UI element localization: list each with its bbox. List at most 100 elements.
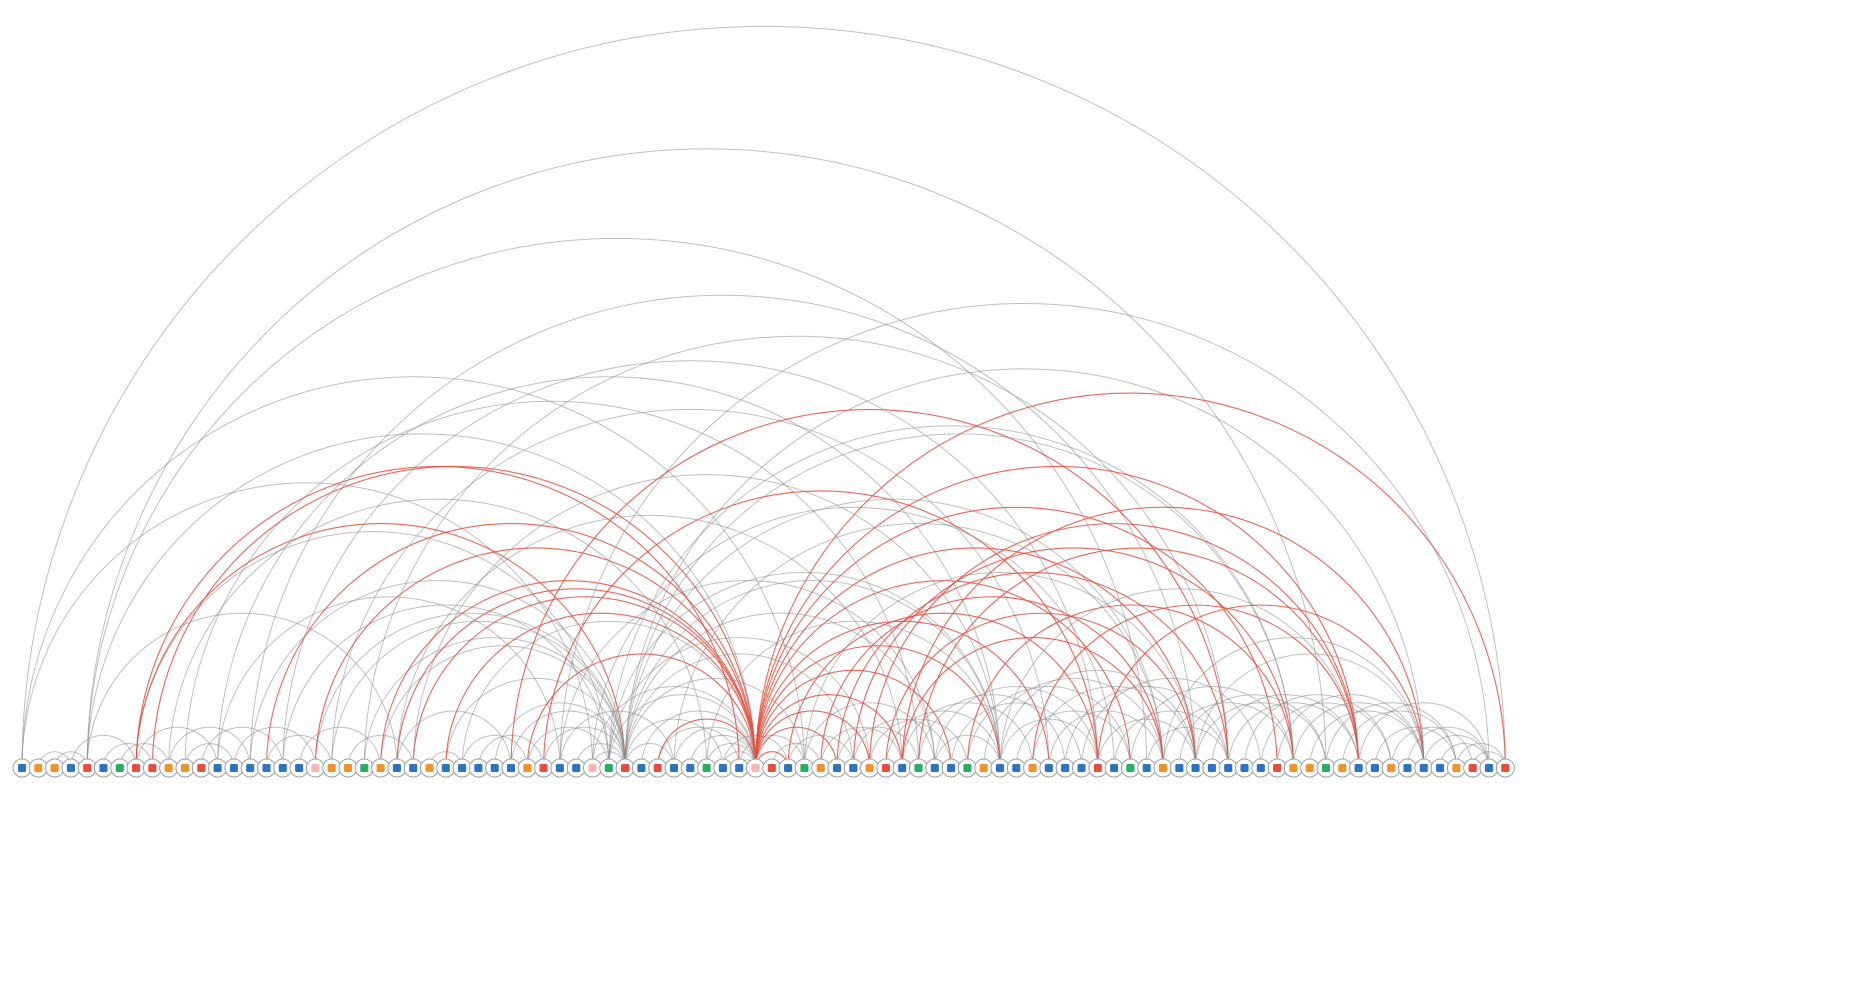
arc[interactable] [381,581,756,768]
node[interactable] [486,759,504,777]
node[interactable] [567,759,585,777]
node[interactable] [1073,759,1091,777]
node[interactable] [1105,759,1123,777]
node[interactable] [926,759,944,777]
node[interactable] [1382,759,1400,777]
node[interactable] [95,759,113,777]
node[interactable] [290,759,308,777]
node[interactable] [665,759,683,777]
node[interactable] [78,759,96,777]
node[interactable] [453,759,471,777]
node[interactable] [747,759,765,777]
node[interactable] [1203,759,1221,777]
node[interactable] [323,759,341,777]
node[interactable] [1187,759,1205,777]
node[interactable] [649,759,667,777]
node[interactable] [763,759,781,777]
node[interactable] [209,759,227,777]
arc[interactable] [87,434,755,768]
node[interactable] [1040,759,1058,777]
node[interactable] [46,759,64,777]
node[interactable] [355,759,373,777]
node[interactable] [1480,759,1498,777]
node[interactable] [1350,759,1368,777]
node[interactable] [910,759,928,777]
arc[interactable] [332,621,625,768]
node[interactable] [861,759,879,777]
node[interactable] [13,759,31,777]
node[interactable] [1366,759,1384,777]
node[interactable] [1121,759,1139,777]
arc[interactable] [218,377,1000,768]
node[interactable] [404,759,422,777]
node[interactable] [958,759,976,777]
arc[interactable] [136,466,739,768]
node[interactable] [111,759,129,777]
node[interactable] [1464,759,1482,777]
node[interactable] [306,759,324,777]
node[interactable] [160,759,178,777]
node[interactable] [1007,759,1025,777]
node[interactable] [1317,759,1335,777]
node[interactable] [62,759,80,777]
node[interactable] [225,759,243,777]
node[interactable] [991,759,1009,777]
node[interactable] [1333,759,1351,777]
node[interactable] [274,759,292,777]
node[interactable] [877,759,895,777]
arc[interactable] [756,466,1359,768]
node[interactable] [1170,759,1188,777]
node[interactable] [1284,759,1302,777]
node[interactable] [192,759,210,777]
node[interactable] [1138,759,1156,777]
node[interactable] [1219,759,1237,777]
node[interactable] [1024,759,1042,777]
node[interactable] [844,759,862,777]
node[interactable] [1496,759,1514,777]
node[interactable] [1415,759,1433,777]
node[interactable] [681,759,699,777]
node[interactable] [421,759,439,777]
node[interactable] [893,759,911,777]
node[interactable] [551,759,569,777]
arc[interactable] [625,581,1000,768]
arc[interactable] [87,613,397,768]
node[interactable] [1056,759,1074,777]
arc[interactable] [1130,687,1293,769]
node[interactable] [518,759,536,777]
arc[interactable] [756,581,1131,768]
node[interactable] [698,759,716,777]
arc[interactable] [609,426,1294,768]
node[interactable] [584,759,602,777]
node[interactable] [29,759,47,777]
node[interactable] [975,759,993,777]
node[interactable] [339,759,357,777]
arc[interactable] [788,613,1098,768]
node[interactable] [372,759,390,777]
node[interactable] [258,759,276,777]
node[interactable] [828,759,846,777]
node[interactable] [1447,759,1465,777]
node[interactable] [127,759,145,777]
arc[interactable] [87,149,1326,768]
node[interactable] [779,759,797,777]
node[interactable] [714,759,732,777]
node[interactable] [942,759,960,777]
node[interactable] [1268,759,1286,777]
node[interactable] [632,759,650,777]
arc[interactable] [1196,703,1326,768]
node[interactable] [502,759,520,777]
node[interactable] [176,759,194,777]
node[interactable] [1252,759,1270,777]
arc[interactable] [136,524,625,768]
node[interactable] [730,759,748,777]
node[interactable] [388,759,406,777]
node[interactable] [1154,759,1172,777]
node[interactable] [437,759,455,777]
node[interactable] [1236,759,1254,777]
arc[interactable] [381,646,625,768]
node[interactable] [812,759,830,777]
node[interactable] [469,759,487,777]
node[interactable] [1089,759,1107,777]
node[interactable] [795,759,813,777]
